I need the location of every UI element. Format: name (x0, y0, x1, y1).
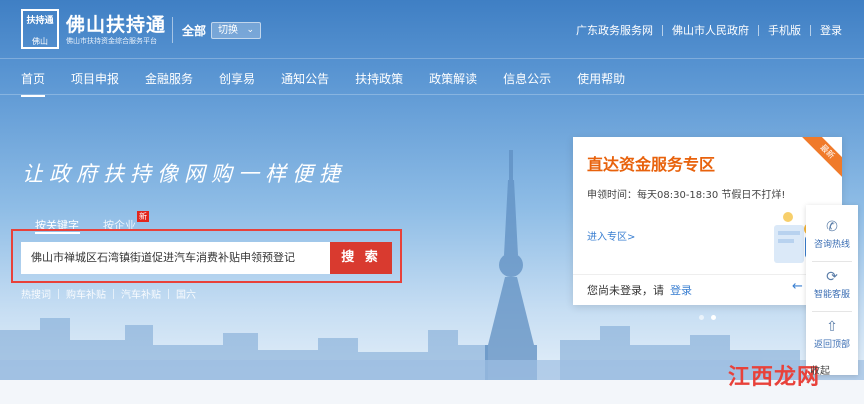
nav-item-policies[interactable]: 扶持政策 (355, 70, 403, 95)
arrow-left-icon[interactable]: ← (792, 279, 803, 294)
logo-text-top: 扶持通 (26, 16, 54, 26)
divider (113, 288, 114, 299)
card-title[interactable]: 直达资金服务专区 (587, 151, 715, 175)
link-foshan-gov[interactable]: 佛山市人民政府 (672, 22, 749, 38)
header-divider (172, 17, 173, 43)
header-separator (0, 58, 864, 59)
link-login[interactable]: 登录 (820, 22, 842, 38)
divider (812, 311, 852, 312)
top-links: 广东政务服务网 佛山市人民政府 手机版 登录 (576, 22, 842, 38)
consult-hotline-button[interactable]: ✆ 咨询热线 (806, 219, 858, 250)
nav-item-help[interactable]: 使用帮助 (577, 70, 625, 95)
chevron-down-icon: ⌄ (246, 25, 254, 35)
carousel-indicators (699, 315, 723, 320)
card-login-link[interactable]: 登录 (670, 284, 692, 297)
nav-item-project-apply[interactable]: 项目申报 (71, 70, 119, 95)
chat-icon: ⟳ (826, 269, 838, 285)
enter-zone-link[interactable]: 进入专区> (587, 228, 635, 243)
brand-title: 佛山扶持通 (66, 14, 167, 36)
nav-item-public-info[interactable]: 信息公示 (503, 70, 551, 95)
nav-item-notices[interactable]: 通知公告 (281, 70, 329, 95)
back-to-top-button[interactable]: ⇧ 返回顶部 (806, 319, 858, 350)
new-badge: 新 (137, 211, 149, 222)
hero-slogan: 让政府扶持像网购一样便捷 (22, 162, 346, 186)
carousel-dot-active[interactable] (711, 315, 716, 320)
carousel-dot[interactable] (699, 315, 704, 320)
nav-item-finance[interactable]: 金融服务 (145, 70, 193, 95)
site-logo[interactable]: 扶持通 佛山 (21, 9, 59, 49)
link-guangdong-gov-service[interactable]: 广东政务服务网 (576, 22, 653, 38)
hero-banner: 扶持通 佛山 佛山扶持通 佛山市扶持资金综合服务平台 全部 切换 ⌄ 广东政务服… (0, 0, 864, 380)
brand-subtitle: 佛山市扶持资金综合服务平台 (66, 37, 157, 45)
hot-words: 热搜词 购车补贴 汽车补贴 国六 (21, 286, 196, 301)
direct-fund-service-card: 直达资金服务专区 最新 申领时间：每天08:30-18:30 节假日不打烊! 进… (573, 137, 842, 305)
card-divider (573, 274, 842, 275)
link-mobile-version[interactable]: 手机版 (768, 22, 801, 38)
watermark-text: 江西龙网 (728, 364, 821, 390)
nav-item-policy-interpretation[interactable]: 政策解读 (429, 70, 477, 95)
search-input[interactable] (21, 242, 330, 274)
hot-word-car-subsidy[interactable]: 购车补贴 (66, 286, 106, 301)
search-button[interactable]: 搜 索 (330, 242, 392, 274)
nav-item-chuangxiangyi[interactable]: 创享易 (219, 70, 255, 95)
consult-hotline-label: 咨询热线 (813, 240, 850, 250)
smart-service-label: 智能客服 (813, 290, 850, 300)
divider (168, 288, 169, 299)
hot-word-auto-subsidy[interactable]: 汽车补贴 (121, 286, 161, 301)
smart-service-button[interactable]: ⟳ 智能客服 (806, 269, 858, 300)
collapse-toolbar-button[interactable]: 收起 (810, 362, 830, 377)
hot-word-guoliu[interactable]: 国六 (176, 286, 196, 301)
back-to-top-label: 返回顶部 (813, 340, 850, 350)
region-label: 全部 (182, 24, 207, 38)
login-prompt: 您尚未登录，请 登录 (587, 282, 692, 298)
card-service-hours: 申领时间：每天08:30-18:30 节假日不打烊! (587, 190, 786, 201)
divider (662, 24, 663, 36)
nav-item-home[interactable]: 首页 (21, 70, 46, 97)
nav-separator (0, 94, 864, 95)
card-ribbon-badge: 最新 (797, 137, 842, 182)
logo-text-bottom: 佛山 (32, 37, 48, 46)
region-switch-button[interactable]: 切换 ⌄ (211, 22, 261, 39)
divider (810, 24, 811, 36)
hot-words-label: 热搜词 (21, 290, 51, 301)
to-top-icon: ⇧ (826, 319, 838, 335)
divider (812, 261, 852, 262)
main-nav: 首页 项目申报 金融服务 创享易 通知公告 扶持政策 政策解读 信息公示 使用帮… (21, 70, 651, 97)
side-toolbar: ✆ 咨询热线 ⟳ 智能客服 ⇧ 返回顶部 (806, 205, 858, 375)
phone-icon: ✆ (826, 219, 838, 235)
divider (758, 24, 759, 36)
login-prompt-text: 您尚未登录，请 (587, 284, 664, 297)
region-switch-label: 切换 (218, 25, 238, 36)
divider (58, 288, 59, 299)
